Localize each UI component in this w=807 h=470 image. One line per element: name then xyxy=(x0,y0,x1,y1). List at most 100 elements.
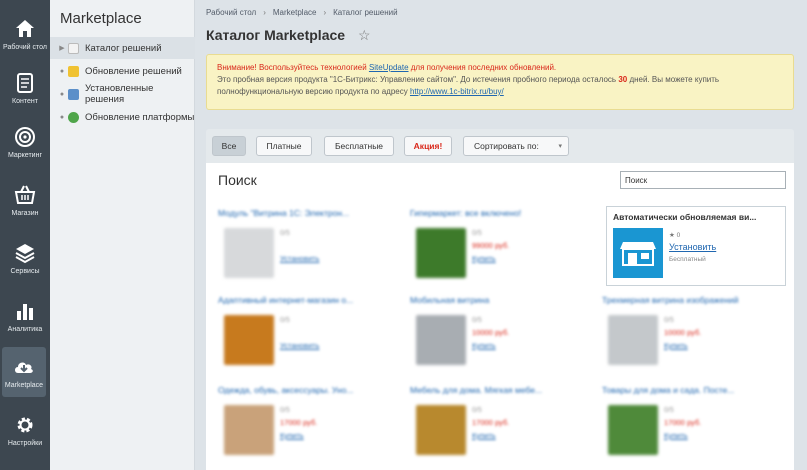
card-title[interactable]: Гипермаркет: все включено! xyxy=(410,208,588,220)
card-thumbnail[interactable] xyxy=(224,228,274,278)
nav-marketing-label: Маркетинг xyxy=(7,151,43,159)
installed-icon xyxy=(67,88,79,100)
marketplace-panel: Marketplace ▶ Каталог решений ● Обновлен… xyxy=(50,0,195,470)
panel-item-platform[interactable]: ● Обновление платформы xyxy=(50,106,195,128)
card-title[interactable]: Адаптивный интернет-магазин о... xyxy=(218,295,396,307)
nav-settings-label: Настройки xyxy=(7,439,43,447)
notice-trial-text-end: дней. Вы можете купить xyxy=(629,75,720,84)
breadcrumb-marketplace[interactable]: Marketplace xyxy=(273,8,317,17)
nav-shop[interactable]: Магазин xyxy=(0,174,50,226)
breadcrumb-separator: › xyxy=(263,8,266,17)
filter-free-button[interactable]: Бесплатные xyxy=(324,136,394,156)
card-thumbnail[interactable] xyxy=(224,405,274,455)
card-price: 17000 руб. xyxy=(664,418,702,427)
nav-marketplace[interactable]: Marketplace xyxy=(2,347,46,397)
card-thumbnail[interactable] xyxy=(416,405,466,455)
trial-notice: Внимание! Воспользуйтесь технологией Sit… xyxy=(206,54,794,110)
solution-card[interactable]: Мобильная витрина 0/5 10000 руб. Купить xyxy=(410,295,588,373)
card-title[interactable]: Трехмерная витрина изображений xyxy=(602,295,780,307)
card-rating: 0/5 xyxy=(280,407,290,414)
refresh-icon xyxy=(68,111,79,123)
card-rating: 0/5 xyxy=(280,230,290,237)
solution-card[interactable]: Трехмерная витрина изображений 0/5 10000… xyxy=(602,295,780,373)
nav-analytics[interactable]: Аналитика xyxy=(0,290,50,342)
solution-card[interactable]: Модуль "Витрина 1С: Электрон... 0/5 Уста… xyxy=(218,208,396,286)
notice-warning-text: Внимание! Воспользуйтесь технологией xyxy=(217,63,367,72)
nav-services-label: Сервисы xyxy=(10,267,40,275)
expand-arrow-icon[interactable]: ▶ xyxy=(56,44,68,52)
nav-analytics-label: Аналитика xyxy=(7,325,43,333)
nav-desktop[interactable]: Рабочий стол xyxy=(0,8,50,60)
filter-promo-button[interactable]: Акция! xyxy=(404,136,452,156)
card-title[interactable]: Мебель для дома. Мягкая мебе... xyxy=(410,385,588,397)
card-title[interactable]: Мобильная витрина xyxy=(410,295,588,307)
featured-install-link[interactable]: Установить xyxy=(669,242,716,252)
calendar-icon xyxy=(68,42,79,54)
catalog-grid: Поиск Модуль "Витрина 1С: Электрон... 0/… xyxy=(206,163,794,470)
card-action-link[interactable]: Купить xyxy=(664,341,688,350)
card-action-link[interactable]: Установить xyxy=(280,341,319,350)
card-action-link[interactable]: Купить xyxy=(664,431,688,440)
card-thumbnail[interactable] xyxy=(608,405,658,455)
featured-solution-card[interactable]: Автоматически обновляемая ви... ★ 0 Уста… xyxy=(606,206,786,286)
basket-icon xyxy=(14,185,36,204)
card-action-link[interactable]: Купить xyxy=(472,341,496,350)
filter-paid-button[interactable]: Платные xyxy=(256,136,312,156)
card-thumbnail[interactable] xyxy=(416,315,466,365)
solution-card[interactable]: Одежда, обувь, аксессуары. Уно... 0/5 17… xyxy=(218,385,396,463)
filter-all-button[interactable]: Все xyxy=(212,136,246,156)
panel-item-installed[interactable]: ● Установленные решения xyxy=(50,83,195,105)
target-icon xyxy=(15,126,35,147)
nav-marketplace-label: Marketplace xyxy=(4,381,44,389)
bullet-icon: ● xyxy=(59,113,65,121)
main-content: Рабочий стол › Marketplace › Каталог реш… xyxy=(196,0,800,470)
panel-item-catalog[interactable]: ▶ Каталог решений xyxy=(50,37,195,59)
card-thumbnail[interactable] xyxy=(416,228,466,278)
card-title[interactable]: Модуль "Витрина 1С: Электрон... xyxy=(218,208,396,220)
card-action-link[interactable]: Купить xyxy=(472,254,496,263)
breadcrumb-catalog[interactable]: Каталог решений xyxy=(333,8,397,17)
store-icon[interactable] xyxy=(613,228,663,278)
card-rating: 0/5 xyxy=(472,230,482,237)
solution-card[interactable]: Гипермаркет: все включено! 0/5 99000 руб… xyxy=(410,208,588,286)
page-title: Каталог Marketplace xyxy=(206,27,346,43)
breadcrumb-desktop[interactable]: Рабочий стол xyxy=(206,8,256,17)
nav-content[interactable]: Контент xyxy=(0,62,50,114)
bar-chart-icon xyxy=(17,303,33,320)
breadcrumb-separator: › xyxy=(323,8,327,17)
nav-settings[interactable]: Настройки xyxy=(0,404,50,456)
card-thumbnail[interactable] xyxy=(224,315,274,365)
nav-desktop-label: Рабочий стол xyxy=(3,43,47,51)
featured-price: Бесплатный xyxy=(669,256,706,263)
siteupdate-link[interactable]: SiteUpdate xyxy=(369,63,409,72)
card-action-link[interactable]: Установить xyxy=(280,254,319,263)
search-heading: Поиск xyxy=(218,172,257,188)
solution-card[interactable]: Мебель для дома. Мягкая мебе... 0/5 1700… xyxy=(410,385,588,463)
panel-item-updates[interactable]: ● Обновление решений xyxy=(50,60,195,82)
nav-marketing[interactable]: Маркетинг xyxy=(0,116,50,168)
box-icon xyxy=(68,65,79,77)
card-price: 17000 руб. xyxy=(472,418,510,427)
notice-days-count: 30 xyxy=(618,75,628,84)
solution-card[interactable]: Адаптивный интернет-магазин о... 0/5 Уст… xyxy=(218,295,396,373)
notice-trial-text: Это пробная версия продукта "1С-Битрикс:… xyxy=(217,75,617,84)
sort-dropdown[interactable]: Сортировать по: ▾ xyxy=(463,136,569,156)
chevron-down-icon: ▾ xyxy=(558,143,562,150)
buy-link[interactable]: http://www.1c-bitrix.ru/buy/ xyxy=(410,87,504,96)
breadcrumb: Рабочий стол › Marketplace › Каталог реш… xyxy=(206,8,398,17)
panel-item-label: Обновление решений xyxy=(85,65,182,77)
nav-services[interactable]: Сервисы xyxy=(0,232,50,284)
card-thumbnail[interactable] xyxy=(608,315,658,365)
card-title[interactable]: Товары для дома и сада. Посте... xyxy=(602,385,780,397)
solution-card[interactable]: Товары для дома и сада. Посте... 0/5 170… xyxy=(602,385,780,463)
card-title[interactable]: Одежда, обувь, аксессуары. Уно... xyxy=(218,385,396,397)
card-action-link[interactable]: Купить xyxy=(472,431,496,440)
search-input[interactable] xyxy=(620,171,786,189)
filter-toolbar: Все Платные Бесплатные Акция! Сортироват… xyxy=(206,129,794,163)
card-action-link[interactable]: Купить xyxy=(280,431,304,440)
favorite-star-icon[interactable]: ☆ xyxy=(358,27,371,44)
main-nav-rail: Рабочий стол Контент Маркетинг Магазин С… xyxy=(0,0,50,470)
featured-title[interactable]: Автоматически обновляемая ви... xyxy=(613,212,783,222)
document-icon xyxy=(17,72,33,93)
panel-item-label: Обновление платформы xyxy=(85,111,195,123)
